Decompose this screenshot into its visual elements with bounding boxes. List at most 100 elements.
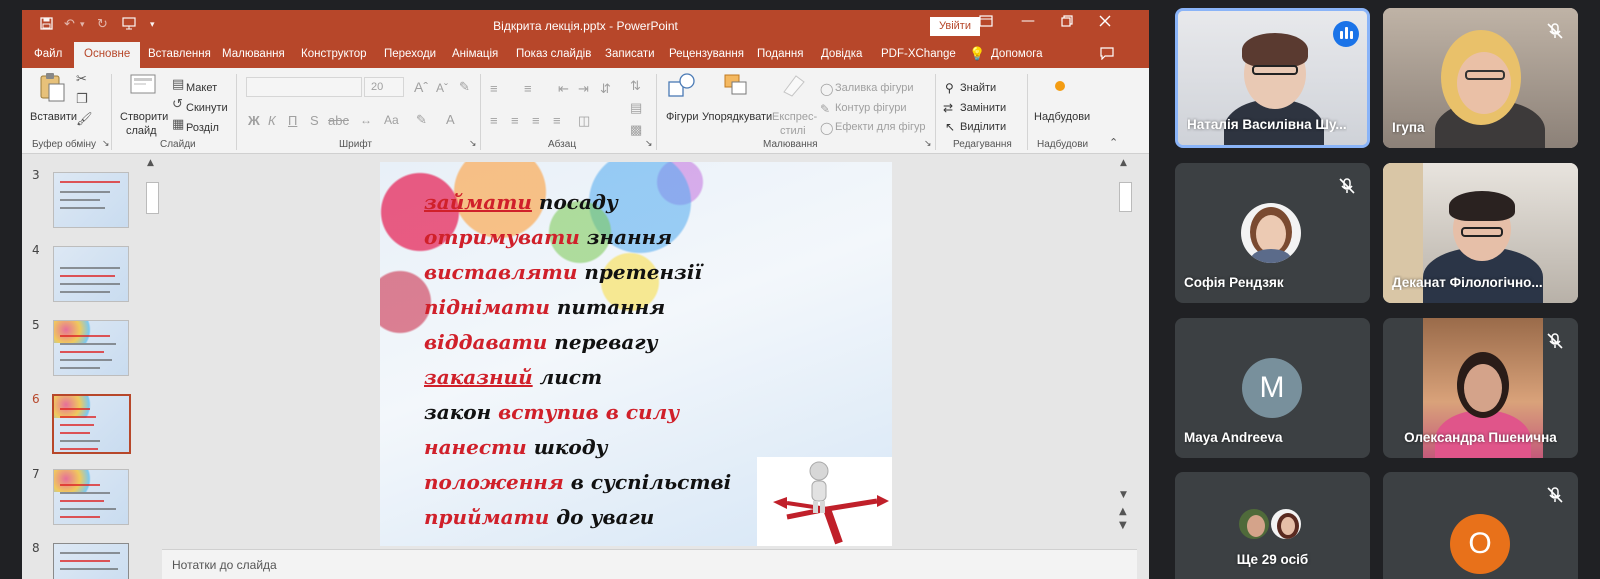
align-center-icon[interactable]: ≡	[511, 113, 519, 128]
shape-fill-icon[interactable]: ◯	[820, 82, 833, 96]
font-color-icon[interactable]: A	[446, 112, 455, 127]
tab-animations[interactable]: Анімація	[452, 48, 498, 60]
tab-draw[interactable]: Малювання	[222, 48, 285, 60]
tab-record[interactable]: Записати	[605, 48, 655, 60]
tab-slide-show[interactable]: Показ слайдів	[516, 48, 591, 60]
tab-view[interactable]: Подання	[757, 48, 803, 60]
paragraph-launcher-icon[interactable]: ↘	[645, 139, 653, 149]
next-slide-icon[interactable]: ▼	[1119, 520, 1127, 531]
tab-review[interactable]: Рецензування	[669, 48, 744, 60]
comments-icon[interactable]	[1100, 47, 1114, 63]
participant-tile-3[interactable]: Софія Рендзяк	[1175, 163, 1370, 303]
slide-line-10[interactable]: приймати до уваги	[424, 505, 654, 529]
align-left-icon[interactable]: ≡	[490, 113, 498, 128]
underline-button[interactable]: П	[288, 113, 297, 128]
scroll-up-icon[interactable]: ▲	[1120, 158, 1127, 168]
bullets-icon[interactable]: ≡	[490, 81, 498, 96]
participant-tile-8[interactable]: O	[1383, 472, 1578, 579]
crossroads-figure-image[interactable]	[757, 457, 892, 546]
italic-button[interactable]: К	[268, 113, 276, 128]
scrollbar-thumb[interactable]	[146, 182, 159, 214]
reset-button[interactable]: Скинути	[186, 102, 228, 114]
quick-styles-icon[interactable]	[780, 72, 808, 102]
tab-home[interactable]: Основне	[74, 42, 141, 68]
clipboard-launcher-icon[interactable]: ↘	[102, 139, 110, 149]
previous-slide-icon[interactable]: ▲	[1119, 506, 1127, 517]
columns-icon[interactable]: ◫	[578, 113, 590, 129]
replace-button[interactable]: Замінити	[960, 102, 1006, 114]
section-button[interactable]: Розділ	[186, 122, 219, 134]
font-name-field[interactable]	[246, 77, 362, 97]
participant-tile-4[interactable]: Деканат Філологічно...	[1383, 163, 1578, 303]
format-painter-icon[interactable]: 🖌	[76, 112, 93, 127]
drawing-launcher-icon[interactable]: ↘	[924, 139, 932, 149]
line-spacing-icon[interactable]: ⇵	[600, 81, 611, 97]
copy-icon[interactable]: ❐	[76, 92, 88, 107]
shape-outline-button[interactable]: Контур фігури	[835, 102, 906, 114]
slide-line-5[interactable]: віддавати перевагу	[424, 330, 658, 354]
arrange-icon[interactable]	[722, 72, 750, 102]
font-size-field[interactable]: 20	[364, 77, 404, 97]
lightbulb-icon[interactable]: 💡	[969, 46, 985, 62]
close-icon[interactable]	[1093, 15, 1117, 31]
increase-indent-icon[interactable]: ⇥	[578, 81, 589, 97]
participant-tile-6[interactable]: Олександра Пшенична	[1383, 318, 1578, 458]
slide-thumbnail-3[interactable]	[53, 172, 129, 228]
shrink-font-icon[interactable]: Aˇ	[436, 81, 448, 95]
slide-line-6[interactable]: заказний лист	[424, 365, 602, 389]
tab-file[interactable]: Файл	[34, 48, 62, 60]
tab-transitions[interactable]: Переходи	[384, 48, 436, 60]
sign-in-button[interactable]: Увійти	[930, 17, 980, 36]
scroll-down-icon[interactable]: ▼	[1120, 490, 1127, 500]
change-case-icon[interactable]: Aa	[384, 113, 399, 127]
select-button[interactable]: Виділити	[960, 121, 1006, 133]
collapse-ribbon-icon[interactable]: ⌃	[1109, 136, 1118, 149]
character-spacing-icon[interactable]: ↔	[360, 113, 372, 127]
scrollbar-thumb[interactable]	[1119, 182, 1132, 212]
decrease-indent-icon[interactable]: ⇤	[558, 81, 569, 97]
new-slide-icon[interactable]	[130, 74, 156, 102]
find-icon[interactable]: ⚲	[945, 81, 954, 95]
numbering-icon[interactable]: ≡	[524, 81, 532, 96]
thumbnails-scrollbar[interactable]: ▲	[144, 154, 162, 579]
addins-button[interactable]: Надбудови	[1034, 111, 1090, 123]
slide-line-3[interactable]: виставляти претензії	[424, 260, 702, 284]
bold-button[interactable]: Ж	[248, 113, 260, 128]
clear-formatting-icon[interactable]: ✎	[459, 79, 470, 95]
reset-icon[interactable]: ↺	[172, 97, 183, 112]
shadow-button[interactable]: S	[310, 113, 319, 128]
slide-thumbnail-4[interactable]	[53, 246, 129, 302]
strikethrough-icon[interactable]: abc	[328, 113, 349, 128]
slide-line-9[interactable]: положення в суспільстві	[424, 470, 731, 494]
shapes-button[interactable]: Фігури	[666, 111, 698, 123]
tab-insert[interactable]: Вставлення	[148, 48, 211, 60]
maximize-icon[interactable]	[1055, 15, 1079, 31]
tab-pdf-xchange[interactable]: PDF-XChange	[881, 48, 956, 60]
arrange-button[interactable]: Упорядкувати	[702, 111, 772, 123]
font-launcher-icon[interactable]: ↘	[469, 139, 477, 149]
slide-line-8[interactable]: нанести шкоду	[424, 435, 608, 459]
tab-design[interactable]: Конструктор	[301, 48, 367, 60]
highlight-icon[interactable]: ✎	[416, 112, 427, 128]
shape-effects-icon[interactable]: ◯	[820, 121, 833, 135]
layout-button[interactable]: Макет	[186, 82, 217, 94]
slide-thumbnail-5[interactable]	[53, 320, 129, 376]
new-slide-label-2[interactable]: слайд	[126, 125, 157, 137]
slide-line-4[interactable]: піднімати питання	[424, 295, 665, 319]
participant-tile-more[interactable]: Ще 29 осіб	[1175, 472, 1370, 579]
participant-tile-5[interactable]: M Maya Andreeva	[1175, 318, 1370, 458]
text-direction-icon[interactable]: ⇅	[630, 78, 641, 94]
section-icon[interactable]: ▦	[172, 117, 184, 132]
cut-icon[interactable]: ✂	[76, 72, 87, 87]
shape-effects-button[interactable]: Ефекти для фігур	[835, 121, 926, 133]
tab-help[interactable]: Довідка	[821, 48, 862, 60]
notes-pane[interactable]: Нотатки до слайда	[162, 549, 1137, 579]
find-button[interactable]: Знайти	[960, 82, 996, 94]
tab-tell-me[interactable]: Допомога	[991, 48, 1043, 60]
quick-styles-label-2[interactable]: стилі	[780, 125, 806, 137]
slide-thumbnail-8[interactable]	[53, 543, 129, 579]
align-text-icon[interactable]: ▤	[630, 100, 642, 116]
paste-icon[interactable]	[38, 72, 66, 106]
slide-line-1[interactable]: займати посаду	[424, 190, 618, 214]
quick-styles-label-1[interactable]: Експрес-	[772, 111, 817, 123]
